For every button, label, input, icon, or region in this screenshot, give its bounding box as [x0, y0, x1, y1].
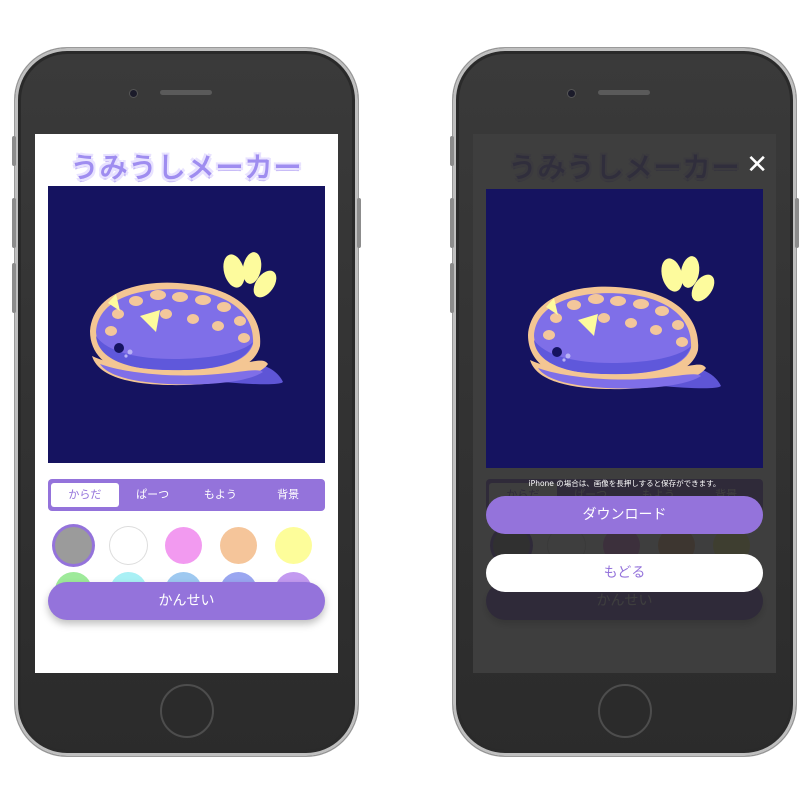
tab-body[interactable]: からだ	[51, 483, 119, 507]
category-tabs: からだ ぱーつ もよう 背景	[48, 479, 325, 511]
front-camera	[129, 89, 138, 98]
volume-up-button	[450, 198, 454, 248]
back-button[interactable]: もどる	[486, 554, 763, 592]
app-title: うみうしメーカー	[70, 151, 303, 184]
home-button[interactable]	[598, 684, 652, 738]
save-hint-text: iPhone の場合は、画像を長押しすると保存ができます。	[528, 479, 721, 488]
sea-slug-illustration	[90, 252, 283, 386]
home-button[interactable]	[160, 684, 214, 738]
close-icon[interactable]: ✕	[746, 152, 768, 178]
download-button[interactable]: ダウンロード	[486, 496, 763, 534]
tab-parts[interactable]: ぱーつ	[119, 483, 187, 507]
phone-left: うみうしメーカー からだ ぱーつ もよう 背景 かんせい	[12, 48, 361, 756]
speaker-grille	[160, 90, 212, 95]
screen: うみうしメーカー からだ ぱーつ もよう 背景 かんせい	[35, 134, 338, 673]
color-swatch[interactable]	[110, 527, 147, 564]
result-image[interactable]	[486, 189, 763, 468]
color-swatch[interactable]	[55, 527, 92, 564]
sea-slug-illustration	[528, 256, 721, 390]
speaker-grille	[598, 90, 650, 95]
power-button	[357, 198, 361, 248]
power-button	[795, 198, 799, 248]
tab-pattern[interactable]: もよう	[187, 483, 255, 507]
finish-button[interactable]: かんせい	[48, 582, 325, 620]
mute-switch	[450, 136, 454, 166]
phone-right: うみうしメーカー からだ ぱーつ もよう 背景 かんせい	[450, 48, 799, 756]
umiushi-canvas	[48, 186, 325, 463]
color-swatch[interactable]	[165, 527, 202, 564]
front-camera	[567, 89, 576, 98]
volume-up-button	[12, 198, 16, 248]
mute-switch	[12, 136, 16, 166]
color-swatch[interactable]	[220, 527, 257, 564]
volume-down-button	[450, 263, 454, 313]
tab-background[interactable]: 背景	[254, 483, 322, 507]
gills	[223, 252, 277, 298]
slug-eye	[114, 343, 124, 353]
color-swatch[interactable]	[275, 527, 312, 564]
screen-with-modal: うみうしメーカー からだ ぱーつ もよう 背景 かんせい	[473, 134, 776, 673]
volume-down-button	[12, 263, 16, 313]
